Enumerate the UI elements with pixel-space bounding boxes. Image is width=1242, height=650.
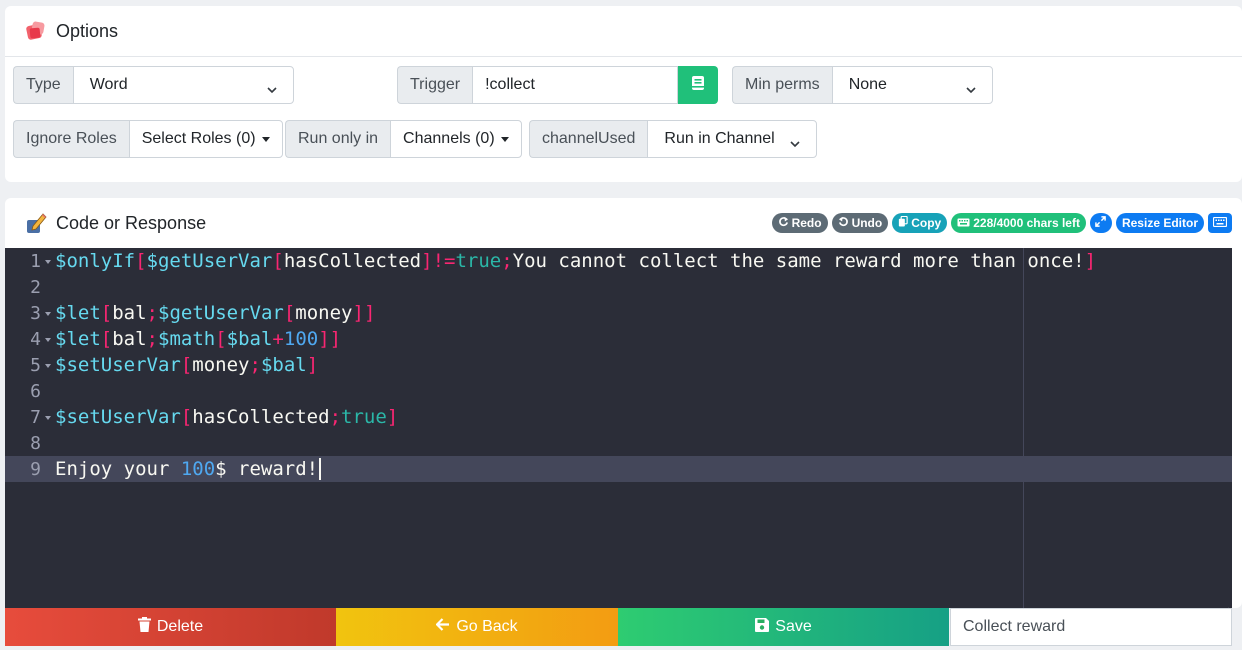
minperms-select[interactable]: None xyxy=(831,66,993,104)
keyboard-icon xyxy=(1212,216,1228,230)
code-line-text: $onlyIf[$getUserVar[hasCollected]!=true;… xyxy=(55,250,1097,272)
run-only-in-label: Run only in xyxy=(285,120,391,158)
trash-icon xyxy=(137,617,151,637)
code-line: 8 xyxy=(30,432,41,454)
ignore-roles-label: Ignore Roles xyxy=(13,120,129,158)
keyboard-icon xyxy=(957,216,970,230)
arrow-left-icon xyxy=(435,618,450,636)
type-select[interactable]: Word xyxy=(72,66,294,104)
code-line-text: $let[bal;$math[$bal+100]] xyxy=(55,328,342,350)
code-line-text: $let[bal;$getUserVar[money]] xyxy=(55,302,376,324)
copy-button[interactable]: Copy xyxy=(892,213,948,233)
code-editor[interactable]: 1 $onlyIf[$getUserVar[hasCollected]!=tru… xyxy=(5,248,1232,608)
go-back-button[interactable]: Go Back xyxy=(336,608,618,646)
floppy-icon xyxy=(755,617,770,637)
code-line-text: $setUserVar[hasCollected;true] xyxy=(55,406,399,428)
fold-arrow-icon[interactable] xyxy=(45,337,51,342)
expand-button[interactable] xyxy=(1089,213,1112,233)
book-icon xyxy=(691,75,705,96)
options-header: Options xyxy=(5,6,1242,57)
fold-arrow-icon[interactable] xyxy=(45,311,51,316)
save-button[interactable]: Save xyxy=(618,608,949,646)
code-line: 3 $let[bal;$getUserVar[money]] xyxy=(30,302,376,324)
code-line-text: $setUserVar[money;$bal] xyxy=(55,354,319,376)
code-line: 5 $setUserVar[money;$bal] xyxy=(30,354,319,376)
code-line: 4 $let[bal;$math[$bal+100]] xyxy=(30,328,342,350)
code-card: Code or Response Redo Undo Copy 228/4000… xyxy=(5,198,1242,608)
pen-icon xyxy=(24,211,48,235)
options-card: Options Type Word Trigger !collect Min p… xyxy=(5,6,1242,182)
channels-value: Channels (0) xyxy=(403,130,495,147)
minperms-value: None xyxy=(848,76,887,93)
trigger-label: Trigger xyxy=(397,66,473,104)
channel-used-label: channelUsed xyxy=(529,120,648,158)
trigger-group: Trigger !collect xyxy=(397,66,719,104)
resize-grip-icon[interactable] xyxy=(1222,598,1230,608)
code-line-text: Enjoy your 100$ reward! xyxy=(47,458,322,481)
channel-used-value: Run in Channel xyxy=(664,130,775,147)
undo-button[interactable]: Undo xyxy=(831,213,889,233)
trigger-book-button[interactable] xyxy=(678,66,719,104)
copy-icon xyxy=(898,215,908,230)
channel-used-group: channelUsed Run in Channel xyxy=(529,120,818,158)
run-only-in-group: Run only in Channels (0) xyxy=(285,120,522,158)
trigger-value: !collect xyxy=(485,76,535,93)
trigger-input[interactable]: !collect xyxy=(472,66,679,104)
redo-icon xyxy=(778,216,789,230)
channel-used-select[interactable]: Run in Channel xyxy=(647,120,818,158)
options-title: Options xyxy=(56,20,119,41)
channels-dropdown[interactable]: Channels (0) xyxy=(390,120,522,158)
chars-left-badge: 228/4000 chars left xyxy=(951,213,1086,233)
keyboard-button[interactable] xyxy=(1208,213,1232,233)
caret-down-icon xyxy=(261,136,270,142)
minperms-group: Min perms None xyxy=(732,66,993,104)
fold-arrow-icon[interactable] xyxy=(45,363,51,368)
command-name-input[interactable] xyxy=(950,608,1232,646)
expand-icon xyxy=(1095,216,1107,230)
editor-toolbar: Redo Undo Copy 228/4000 chars left Resiz… xyxy=(771,213,1232,233)
chevron-down-icon xyxy=(790,135,800,148)
minperms-label: Min perms xyxy=(732,66,832,104)
code-line-active: 9 Enjoy your 100$ reward! xyxy=(5,456,1232,482)
code-header: Code or Response Redo Undo Copy 228/4000… xyxy=(5,198,1242,248)
type-value: Word xyxy=(89,76,128,93)
code-line: 2 xyxy=(30,276,41,298)
text-cursor xyxy=(319,458,322,481)
redo-button[interactable]: Redo xyxy=(771,213,828,233)
type-group: Type Word xyxy=(13,66,294,104)
type-label: Type xyxy=(13,66,73,104)
select-roles-value: Select Roles (0) xyxy=(141,130,256,147)
ignore-roles-group: Ignore Roles Select Roles (0) xyxy=(13,120,283,158)
chevron-down-icon xyxy=(966,81,976,94)
select-roles-dropdown[interactable]: Select Roles (0) xyxy=(128,120,283,158)
code-line: 7 $setUserVar[hasCollected;true] xyxy=(30,406,399,428)
chevron-down-icon xyxy=(267,81,277,94)
fold-arrow-icon[interactable] xyxy=(45,259,51,264)
gems-icon xyxy=(24,19,48,43)
code-line: 1 $onlyIf[$getUserVar[hasCollected]!=tru… xyxy=(30,250,1097,272)
fold-arrow-icon[interactable] xyxy=(45,415,51,420)
caret-down-icon xyxy=(500,136,509,142)
resize-editor-button[interactable]: Resize Editor xyxy=(1115,213,1204,233)
code-title: Code or Response xyxy=(56,212,207,233)
delete-button[interactable]: Delete xyxy=(5,608,336,646)
code-line: 6 xyxy=(30,380,41,402)
undo-icon xyxy=(838,216,849,230)
